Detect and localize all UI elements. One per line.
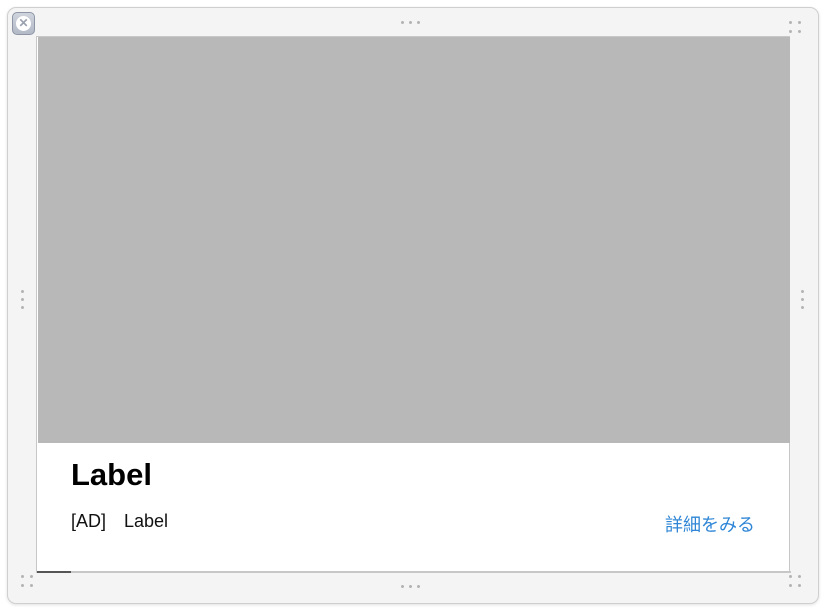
ad-card: Label [AD] Label 詳細をみる — [36, 36, 791, 573]
bottom-left-corner-handle[interactable] — [21, 575, 36, 587]
ad-meta-row: [AD] Label — [71, 511, 168, 532]
ad-title: Label — [71, 457, 152, 492]
top-resize-handle[interactable] — [401, 21, 420, 24]
advertiser-label: Label — [124, 511, 169, 531]
close-icon: ✕ — [16, 16, 31, 31]
ad-media-placeholder[interactable] — [38, 37, 790, 443]
ad-tag: [AD] — [71, 511, 107, 531]
top-right-corner-handle[interactable] — [789, 21, 804, 33]
right-resize-handle[interactable] — [801, 290, 804, 309]
bottom-resize-handle[interactable] — [401, 585, 420, 588]
left-resize-handle[interactable] — [21, 290, 24, 309]
card-bottom-divider — [37, 571, 791, 573]
view-details-link[interactable]: 詳細をみる — [665, 511, 755, 537]
bottom-right-corner-handle[interactable] — [789, 575, 804, 587]
close-button[interactable]: ✕ — [12, 12, 35, 35]
